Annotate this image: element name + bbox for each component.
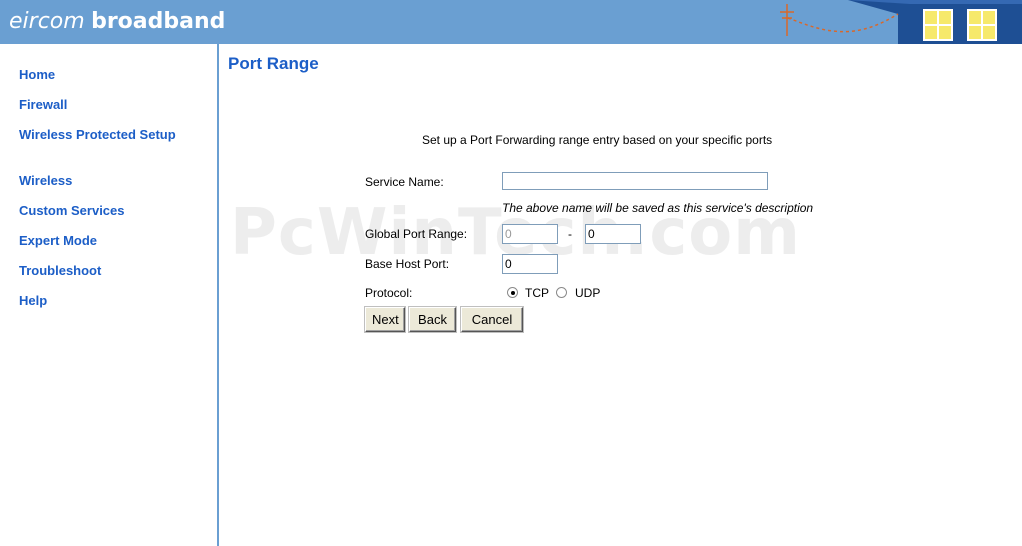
base-host-port-label: Base Host Port: bbox=[365, 257, 450, 271]
global-port-end-input[interactable] bbox=[585, 224, 641, 244]
intro-text: Set up a Port Forwarding range entry bas… bbox=[422, 133, 773, 147]
page-title: Port Range bbox=[228, 54, 319, 73]
sidebar-item-wireless[interactable]: Wireless bbox=[19, 173, 209, 189]
brand-part2: broadband bbox=[91, 9, 226, 34]
brand-part1: eircom bbox=[9, 9, 85, 34]
service-name-note: The above name will be saved as this ser… bbox=[502, 201, 814, 215]
service-name-input[interactable] bbox=[502, 172, 768, 190]
protocol-label: Protocol: bbox=[365, 286, 413, 300]
global-port-range-label: Global Port Range: bbox=[365, 227, 468, 241]
base-host-port-input[interactable] bbox=[502, 254, 558, 274]
brand-logo: eircom broadband bbox=[9, 6, 225, 36]
sidebar-item-custom-services[interactable]: Custom Services bbox=[19, 203, 209, 219]
range-separator: - bbox=[568, 227, 572, 241]
sidebar-item-home[interactable]: Home bbox=[19, 67, 209, 83]
sidebar-item-help[interactable]: Help bbox=[19, 293, 209, 309]
sidebar-item-troubleshoot[interactable]: Troubleshoot bbox=[19, 263, 209, 279]
tcp-radio[interactable] bbox=[507, 287, 518, 298]
sidebar-item-wireless-protected-setup[interactable]: Wireless Protected Setup bbox=[19, 127, 179, 143]
udp-radio-label: UDP bbox=[575, 286, 601, 300]
service-name-label: Service Name: bbox=[365, 175, 444, 189]
sidebar-divider bbox=[217, 44, 219, 546]
tcp-radio-label: TCP bbox=[525, 286, 549, 300]
sidebar-item-firewall[interactable]: Firewall bbox=[19, 97, 209, 113]
next-button[interactable]: Next bbox=[365, 307, 405, 332]
udp-radio[interactable] bbox=[556, 287, 567, 298]
back-button[interactable]: Back bbox=[409, 307, 456, 332]
header-bar: eircom broadband bbox=[0, 0, 1022, 44]
global-port-start-input[interactable] bbox=[502, 224, 558, 244]
house-windows-icon bbox=[780, 0, 1022, 44]
cancel-button[interactable]: Cancel bbox=[461, 307, 523, 332]
sidebar-item-expert-mode[interactable]: Expert Mode bbox=[19, 233, 209, 249]
